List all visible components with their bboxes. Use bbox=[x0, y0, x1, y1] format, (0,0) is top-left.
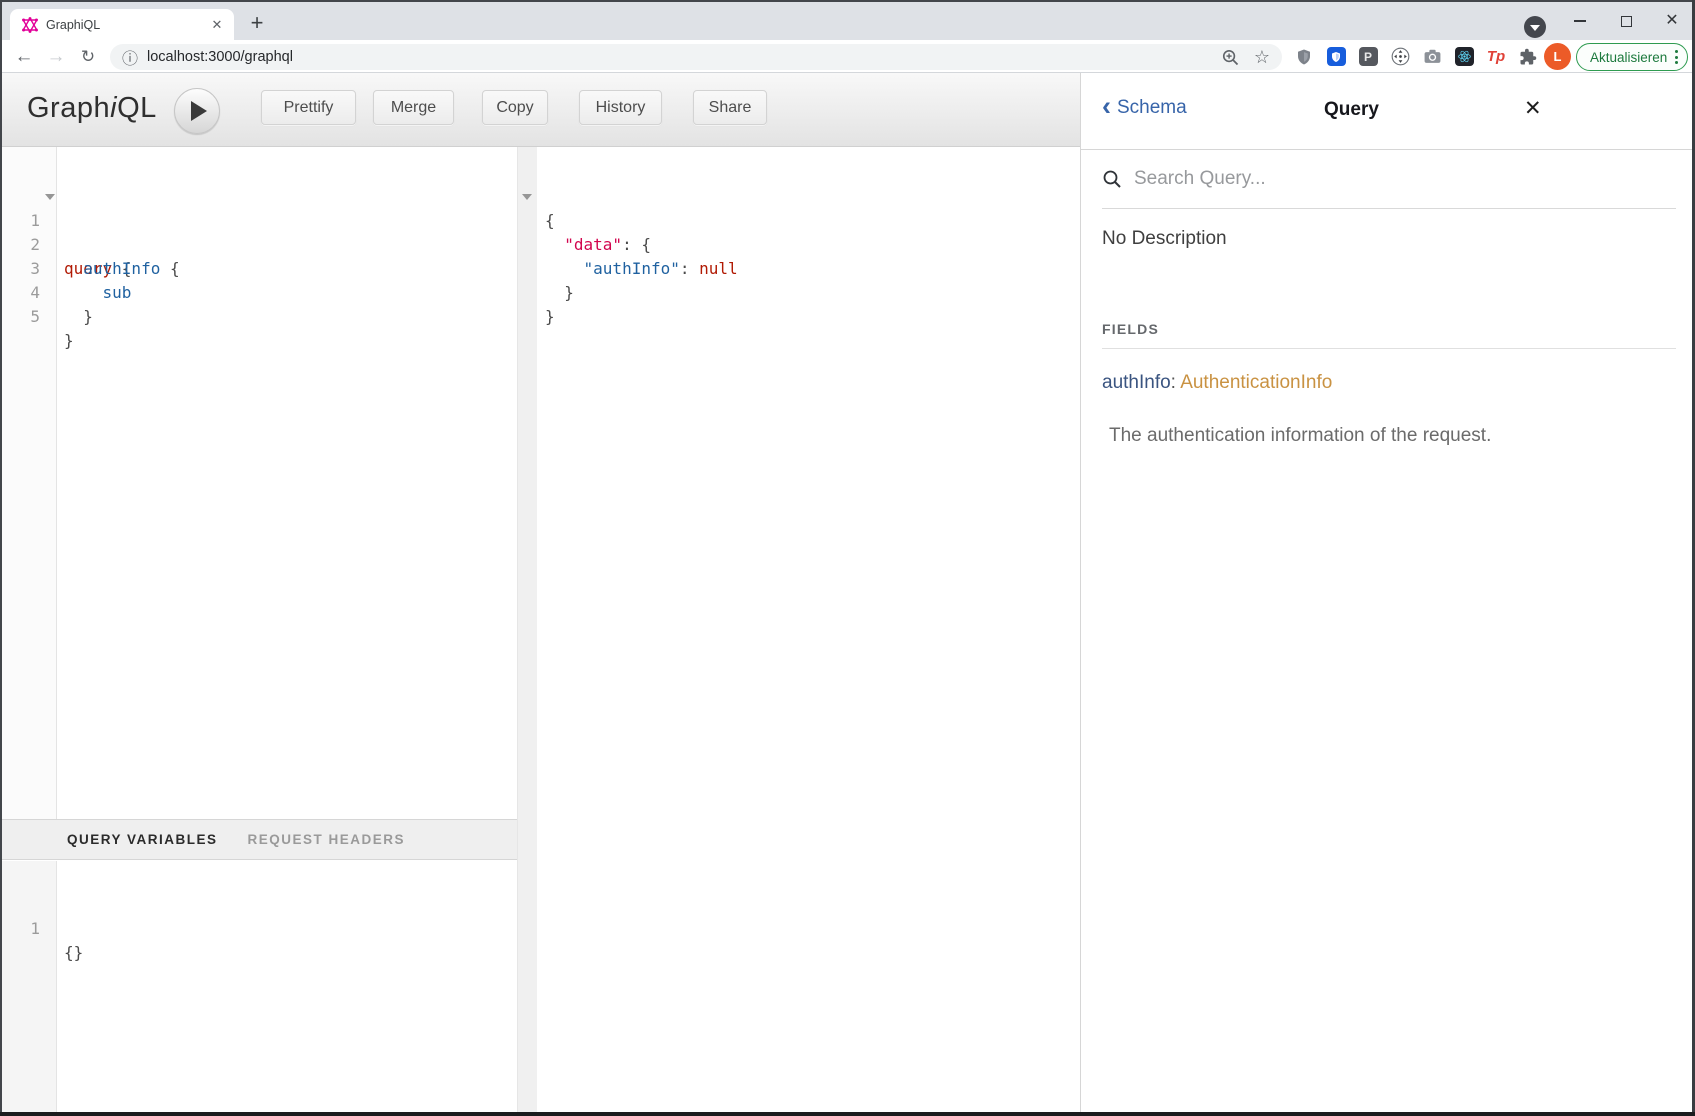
doc-explorer-contents: No Description FIELDS authInfo: Authenti… bbox=[1102, 209, 1676, 447]
result-line: "data": { bbox=[537, 209, 1080, 233]
react-devtools-extension-icon[interactable] bbox=[1451, 44, 1477, 70]
field-row: authInfo: AuthenticationInfo bbox=[1102, 372, 1676, 394]
back-button[interactable]: ← bbox=[10, 43, 38, 71]
fields-divider bbox=[1102, 348, 1676, 349]
bookmark-star-icon[interactable]: ☆ bbox=[1254, 47, 1270, 68]
browser-tab-graphiql[interactable]: GraphiQL ✕ bbox=[10, 9, 234, 40]
code-line[interactable]: 3 sub bbox=[2, 233, 517, 257]
update-button-label: Aktualisieren bbox=[1590, 50, 1675, 65]
code-line[interactable]: 1 query { bbox=[2, 185, 517, 209]
doc-close-icon[interactable]: ✕ bbox=[1524, 96, 1542, 121]
maximize-button[interactable] bbox=[1615, 10, 1637, 32]
prettify-button[interactable]: Prettify bbox=[261, 90, 356, 125]
fields-heading: FIELDS bbox=[1102, 321, 1676, 337]
tp-extension-icon[interactable]: Tp bbox=[1483, 44, 1509, 70]
browser-window: GraphiQL ✕ + ✕ ← → ↻ ⓘ localhost:3000/gr… bbox=[0, 0, 1695, 1116]
doc-back-link[interactable]: ‹ Schema bbox=[1102, 97, 1187, 119]
browser-update-button[interactable]: Aktualisieren bbox=[1576, 43, 1688, 71]
reload-button[interactable]: ↻ bbox=[74, 43, 102, 71]
type-description: No Description bbox=[1102, 228, 1676, 250]
extensions-row: P Tp bbox=[1288, 40, 1544, 73]
media-controls-icon[interactable] bbox=[1524, 16, 1546, 38]
profile-avatar[interactable]: L bbox=[1544, 43, 1571, 70]
code-line[interactable]: 1 {} bbox=[2, 893, 517, 917]
tab-title: GraphiQL bbox=[46, 18, 208, 32]
p-extension-icon[interactable]: P bbox=[1355, 44, 1381, 70]
chevron-down-icon bbox=[1530, 25, 1540, 31]
address-bar: ← → ↻ ⓘ localhost:3000/graphql ☆ bbox=[0, 40, 1695, 73]
minimize-button[interactable] bbox=[1569, 10, 1591, 32]
doc-title: Query bbox=[1324, 99, 1379, 121]
field-name-link[interactable]: authInfo bbox=[1102, 372, 1171, 393]
code-line[interactable]: 5 } bbox=[2, 281, 517, 305]
window-controls: ✕ bbox=[1569, 4, 1683, 38]
docs-search-input[interactable] bbox=[1134, 168, 1534, 190]
maximize-icon bbox=[1621, 16, 1632, 27]
fold-arrow-icon[interactable] bbox=[522, 194, 532, 200]
fold-arrow-icon[interactable] bbox=[45, 194, 55, 200]
bitwarden-extension-icon[interactable] bbox=[1323, 44, 1349, 70]
search-icon bbox=[1102, 169, 1122, 189]
code-line[interactable]: 4 } bbox=[2, 257, 517, 281]
doc-explorer-panel: ‹ Schema Query ✕ No Description FIELDS a… bbox=[1080, 73, 1692, 1112]
menu-kebab-icon[interactable] bbox=[1675, 50, 1678, 64]
doc-explorer-header: ‹ Schema Query ✕ bbox=[1081, 73, 1692, 150]
play-icon bbox=[191, 101, 207, 121]
copy-button[interactable]: Copy bbox=[482, 90, 548, 125]
chevron-left-icon: ‹ bbox=[1102, 97, 1111, 116]
tab-request-headers[interactable]: REQUEST HEADERS bbox=[248, 832, 406, 847]
result-line: } bbox=[537, 281, 1080, 305]
site-info-icon[interactable]: ⓘ bbox=[122, 45, 138, 69]
window-frame-bottom bbox=[0, 1112, 1695, 1116]
tab-query-variables[interactable]: QUERY VARIABLES bbox=[67, 832, 218, 847]
close-window-button[interactable]: ✕ bbox=[1661, 10, 1683, 32]
result-line: } bbox=[537, 257, 1080, 281]
forward-button: → bbox=[42, 43, 70, 71]
result-line: "authInfo": null bbox=[537, 233, 1080, 257]
window-frame-left bbox=[0, 0, 2, 1116]
line-number: 1 bbox=[2, 917, 40, 941]
variables-editor[interactable]: 1 {} bbox=[2, 861, 517, 1112]
graphql-favicon-icon bbox=[22, 17, 38, 33]
history-button[interactable]: History bbox=[579, 90, 662, 125]
tab-strip: GraphiQL ✕ + ✕ bbox=[0, 2, 1695, 40]
extensions-puzzle-icon[interactable] bbox=[1515, 44, 1541, 70]
line-number: 5 bbox=[2, 305, 40, 329]
result-viewer: { "data": { "authInfo": null } } bbox=[537, 147, 1080, 1112]
field-description: The authentication information of the re… bbox=[1102, 425, 1676, 447]
doc-search-row[interactable] bbox=[1102, 150, 1676, 209]
query-editor[interactable]: 1 query { 2 authInfo { 3 sub 4 } 5 } bbox=[2, 147, 517, 819]
zoom-indicator-icon[interactable] bbox=[1221, 48, 1240, 67]
share-button[interactable]: Share bbox=[693, 90, 767, 125]
execute-query-button[interactable] bbox=[174, 88, 220, 134]
code-line[interactable]: 2 authInfo { bbox=[2, 209, 517, 233]
camera-extension-icon[interactable] bbox=[1419, 44, 1445, 70]
adblock-shield-extension-icon[interactable] bbox=[1291, 44, 1317, 70]
url-text[interactable]: localhost:3000/graphql bbox=[147, 49, 1221, 65]
result-fold-gutter bbox=[517, 147, 537, 1112]
new-tab-button[interactable]: + bbox=[242, 9, 272, 39]
tab-close-icon[interactable]: ✕ bbox=[208, 16, 226, 34]
merge-button[interactable]: Merge bbox=[373, 90, 454, 125]
type-name-link[interactable]: AuthenticationInfo bbox=[1180, 372, 1332, 393]
graphiql-logo: GraphiQL bbox=[27, 92, 157, 125]
omnibox[interactable]: ⓘ localhost:3000/graphql ☆ bbox=[110, 44, 1282, 70]
result-line: { bbox=[537, 185, 1080, 209]
graphiql-toolbar: GraphiQL Prettify Merge Copy History Sha… bbox=[2, 73, 1080, 147]
minimize-icon bbox=[1574, 20, 1586, 22]
doc-back-label: Schema bbox=[1117, 97, 1187, 119]
move-crosshair-extension-icon[interactable] bbox=[1387, 44, 1413, 70]
window-frame-top bbox=[0, 0, 1695, 2]
variables-title-bar: QUERY VARIABLES REQUEST HEADERS bbox=[2, 819, 517, 860]
